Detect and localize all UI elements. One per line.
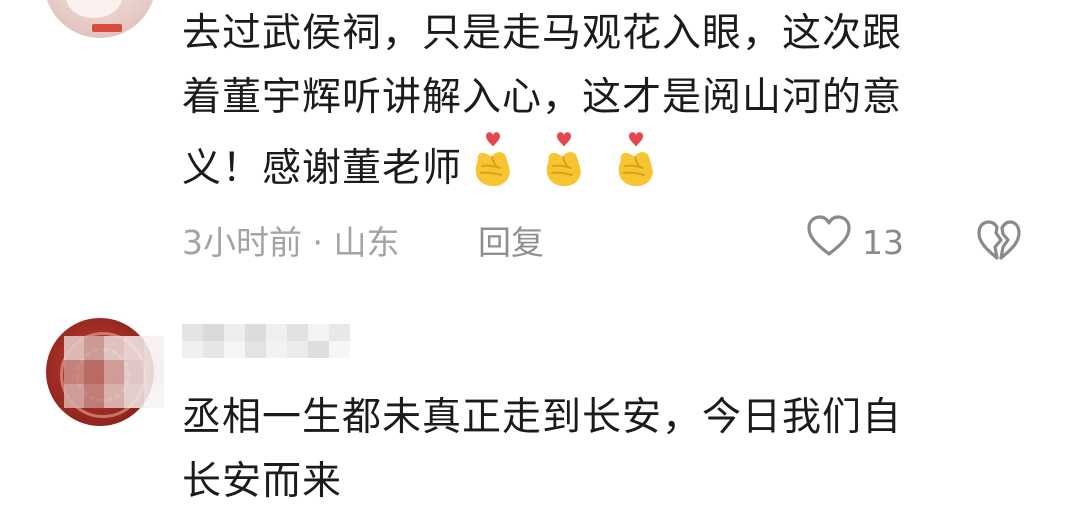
avatar-figure: [66, 0, 122, 18]
comment-text-line: 长安而来: [182, 459, 343, 504]
comment-text: 去过武侯祠，只是走马观花入眼，这次跟 着董宇辉听讲解入心，这才是阅山河的意 义！…: [182, 2, 1022, 208]
heart-hands-emoji: [541, 130, 587, 208]
like-button[interactable]: 13: [806, 215, 904, 266]
reply-button[interactable]: 回复: [478, 218, 544, 268]
comment-text-line: 义！感谢董老师: [182, 130, 1022, 208]
broken-heart-icon: [976, 220, 1022, 270]
comment-feed: 去过武侯祠，只是走马观花入眼，这次跟 着董宇辉听讲解入心，这才是阅山河的意 义！…: [0, 0, 1080, 529]
comment-text-line: 着董宇辉听讲解入心，这才是阅山河的意: [182, 75, 903, 120]
comment-text-line: 丞相一生都未真正走到长安，今日我们自: [182, 395, 903, 440]
avatar-badge: [92, 24, 122, 32]
avatar[interactable]: [44, 0, 156, 38]
avatar-privacy-mosaic: [64, 336, 164, 408]
comment-text-line: 去过武侯祠，只是走马观花入眼，这次跟: [182, 11, 903, 56]
comment-text: 丞相一生都未真正走到长安，今日我们自 长安而来: [182, 386, 1022, 514]
username-privacy-mosaic: [182, 324, 350, 358]
comment-meta: 3小时前 · 山东 回复 13: [182, 215, 1042, 268]
like-count: 13: [862, 223, 904, 262]
comment-text-segment: 义！感谢董老师: [182, 146, 463, 191]
comment-time-location: 3小时前 · 山东: [182, 223, 400, 262]
emoji-row: [470, 130, 671, 208]
heart-outline-icon: [806, 215, 852, 271]
heart-hands-emoji: [470, 130, 516, 208]
dislike-button[interactable]: [976, 220, 1022, 266]
heart-hands-emoji: [613, 130, 659, 208]
